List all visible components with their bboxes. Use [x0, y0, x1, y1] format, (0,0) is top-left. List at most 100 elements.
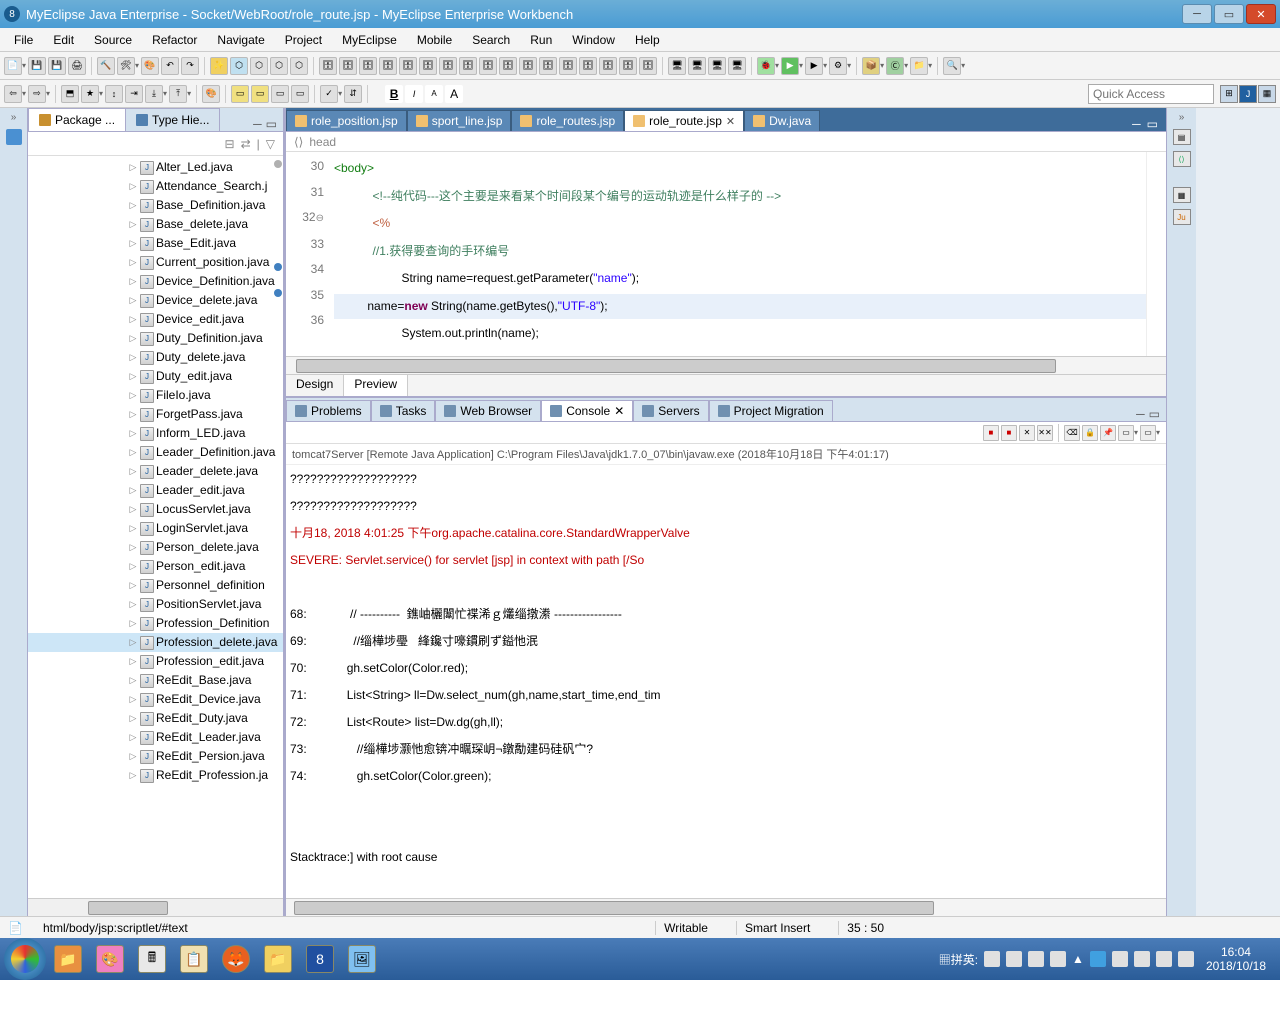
taskbar-myeclipse[interactable]: 8: [300, 942, 340, 976]
minimized-view-icon[interactable]: [6, 129, 22, 145]
menu-source[interactable]: Source: [86, 31, 140, 49]
db16-icon[interactable]: 🗄: [619, 57, 637, 75]
nav5-icon[interactable]: ⤓: [145, 85, 163, 103]
task-icon[interactable]: ✓: [320, 85, 338, 103]
lay2-icon[interactable]: ▭: [251, 85, 269, 103]
menu-window[interactable]: Window: [564, 31, 623, 49]
lay4-icon[interactable]: ▭: [291, 85, 309, 103]
overview-ruler[interactable]: [1146, 152, 1166, 356]
paint-icon[interactable]: 🎨: [141, 57, 159, 75]
tree-item[interactable]: ▷JCurrent_position.java: [28, 253, 283, 272]
link-editor-icon[interactable]: ⇄: [241, 137, 251, 151]
code-editor[interactable]: 303132⊖33343536 <body> <!--纯代码---这个主要是来看…: [286, 152, 1166, 356]
tray-volume-icon[interactable]: [1156, 951, 1172, 967]
tree-item[interactable]: ▷JProfession_edit.java: [28, 652, 283, 671]
nav3-icon[interactable]: ↕: [105, 85, 123, 103]
server2-icon[interactable]: 🖥: [688, 57, 706, 75]
open-console-icon[interactable]: ▭: [1140, 425, 1156, 441]
tray-network-icon[interactable]: [1134, 951, 1150, 967]
close-tab-icon[interactable]: ✕: [726, 115, 735, 128]
db15-icon[interactable]: 🗄: [599, 57, 617, 75]
db11-icon[interactable]: 🗄: [519, 57, 537, 75]
close-tab-icon[interactable]: ✕: [614, 404, 624, 418]
wizard5-icon[interactable]: ⬡: [290, 57, 308, 75]
db3-icon[interactable]: 🗄: [359, 57, 377, 75]
scroll-lock-icon[interactable]: 🔒: [1082, 425, 1098, 441]
taskbar-app-4[interactable]: 📋: [174, 942, 214, 976]
tab-type-hierarchy[interactable]: Type Hie...: [125, 108, 220, 131]
trim-chevron-icon[interactable]: »: [11, 112, 17, 123]
menu-file[interactable]: File: [6, 31, 41, 49]
tree-item[interactable]: ▷JDuty_edit.java: [28, 367, 283, 386]
editor-maximize-icon[interactable]: ▭: [1147, 117, 1158, 131]
taskbar-app-2[interactable]: 🎨: [90, 942, 130, 976]
start-button[interactable]: [4, 938, 46, 980]
db10-icon[interactable]: 🗄: [499, 57, 517, 75]
bottom-tab[interactable]: Problems: [286, 400, 371, 421]
tree-item[interactable]: ▷JProfession_Definition: [28, 614, 283, 633]
bold-icon[interactable]: B: [385, 85, 403, 103]
trim-chevron-icon[interactable]: »: [1179, 112, 1185, 123]
wizard2-icon[interactable]: ⬡: [230, 57, 248, 75]
tree-item[interactable]: ▷JForgetPass.java: [28, 405, 283, 424]
tree-item[interactable]: ▷JDuty_delete.java: [28, 348, 283, 367]
server1-icon[interactable]: 🖥: [668, 57, 686, 75]
quick-access-input[interactable]: [1088, 84, 1214, 104]
outline-view-icon[interactable]: ▤: [1173, 129, 1191, 145]
code-body[interactable]: <body> <!--纯代码---这个主要是来看某个时间段某个编号的运动轨迹是什…: [330, 152, 1146, 356]
server3-icon[interactable]: 🖥: [708, 57, 726, 75]
bottom-tab[interactable]: Console ✕: [541, 400, 633, 421]
tree-item[interactable]: ▷JReEdit_Persion.java: [28, 747, 283, 766]
db1-icon[interactable]: 🗄: [319, 57, 337, 75]
db17-icon[interactable]: 🗄: [639, 57, 657, 75]
lay3-icon[interactable]: ▭: [271, 85, 289, 103]
properties-view-icon[interactable]: ⟨⟩: [1173, 151, 1191, 167]
build-icon[interactable]: 🔨: [97, 57, 115, 75]
new-icon[interactable]: 📄: [4, 57, 22, 75]
editor-hscroll[interactable]: [286, 356, 1166, 374]
tree-item[interactable]: ▷JBase_delete.java: [28, 215, 283, 234]
bottom-tab[interactable]: Web Browser: [435, 400, 541, 421]
minimap-view-icon[interactable]: ▦: [1173, 187, 1191, 203]
tree-item[interactable]: ▷JReEdit_Profession.ja: [28, 766, 283, 785]
taskbar-clock[interactable]: 16:04 2018/10/18: [1200, 945, 1272, 973]
nav2-icon[interactable]: ★: [81, 85, 99, 103]
tree-item[interactable]: ▷JLeader_delete.java: [28, 462, 283, 481]
wizard4-icon[interactable]: ⬡: [270, 57, 288, 75]
editor-tab[interactable]: Dw.java: [744, 110, 820, 131]
tree-item[interactable]: ▷JReEdit_Leader.java: [28, 728, 283, 747]
debug-icon[interactable]: 🐞: [757, 57, 775, 75]
tree-item[interactable]: ▷JReEdit_Base.java: [28, 671, 283, 690]
perspective-open-icon[interactable]: ⊞: [1220, 85, 1238, 103]
terminate-all-icon[interactable]: ■: [1001, 425, 1017, 441]
remove-launch-icon[interactable]: ✕: [1019, 425, 1035, 441]
restore-button[interactable]: ▭: [1214, 4, 1244, 24]
tree-item[interactable]: ▷JReEdit_Duty.java: [28, 709, 283, 728]
perspective-java-icon[interactable]: J: [1239, 85, 1257, 103]
perspective-dashboard-icon[interactable]: ▦: [1258, 85, 1276, 103]
palette-view-icon[interactable]: Ju: [1173, 209, 1191, 225]
wizard1-icon[interactable]: ✨: [210, 57, 228, 75]
tree-item[interactable]: ▷JLocusServlet.java: [28, 500, 283, 519]
tree-item[interactable]: ▷JFileIo.java: [28, 386, 283, 405]
remove-all-icon[interactable]: ✕✕: [1037, 425, 1053, 441]
tray-icon[interactable]: [984, 951, 1000, 967]
tree-item[interactable]: ▷JAttendance_Search.j: [28, 177, 283, 196]
tree-item[interactable]: ▷JDevice_delete.java: [28, 291, 283, 310]
tree-item[interactable]: ▷JPerson_edit.java: [28, 557, 283, 576]
fontsize-down-icon[interactable]: A: [425, 85, 443, 103]
tree-item[interactable]: ▷JLoginServlet.java: [28, 519, 283, 538]
console-hscroll[interactable]: [286, 898, 1166, 916]
view-menu-icon[interactable]: ▽: [266, 137, 275, 151]
bottom-tab[interactable]: Servers: [633, 400, 708, 421]
tray-qq-icon[interactable]: [1090, 951, 1106, 967]
db8-icon[interactable]: 🗄: [459, 57, 477, 75]
db12-icon[interactable]: 🗄: [539, 57, 557, 75]
menu-project[interactable]: Project: [277, 31, 330, 49]
db7-icon[interactable]: 🗄: [439, 57, 457, 75]
nav1-icon[interactable]: ⬒: [61, 85, 79, 103]
taskbar-app-3[interactable]: 🖩: [132, 942, 172, 976]
close-button[interactable]: ✕: [1246, 4, 1276, 24]
breadcrumb-item[interactable]: head: [309, 135, 336, 149]
ime-indicator[interactable]: ▦拼英:: [939, 951, 978, 968]
